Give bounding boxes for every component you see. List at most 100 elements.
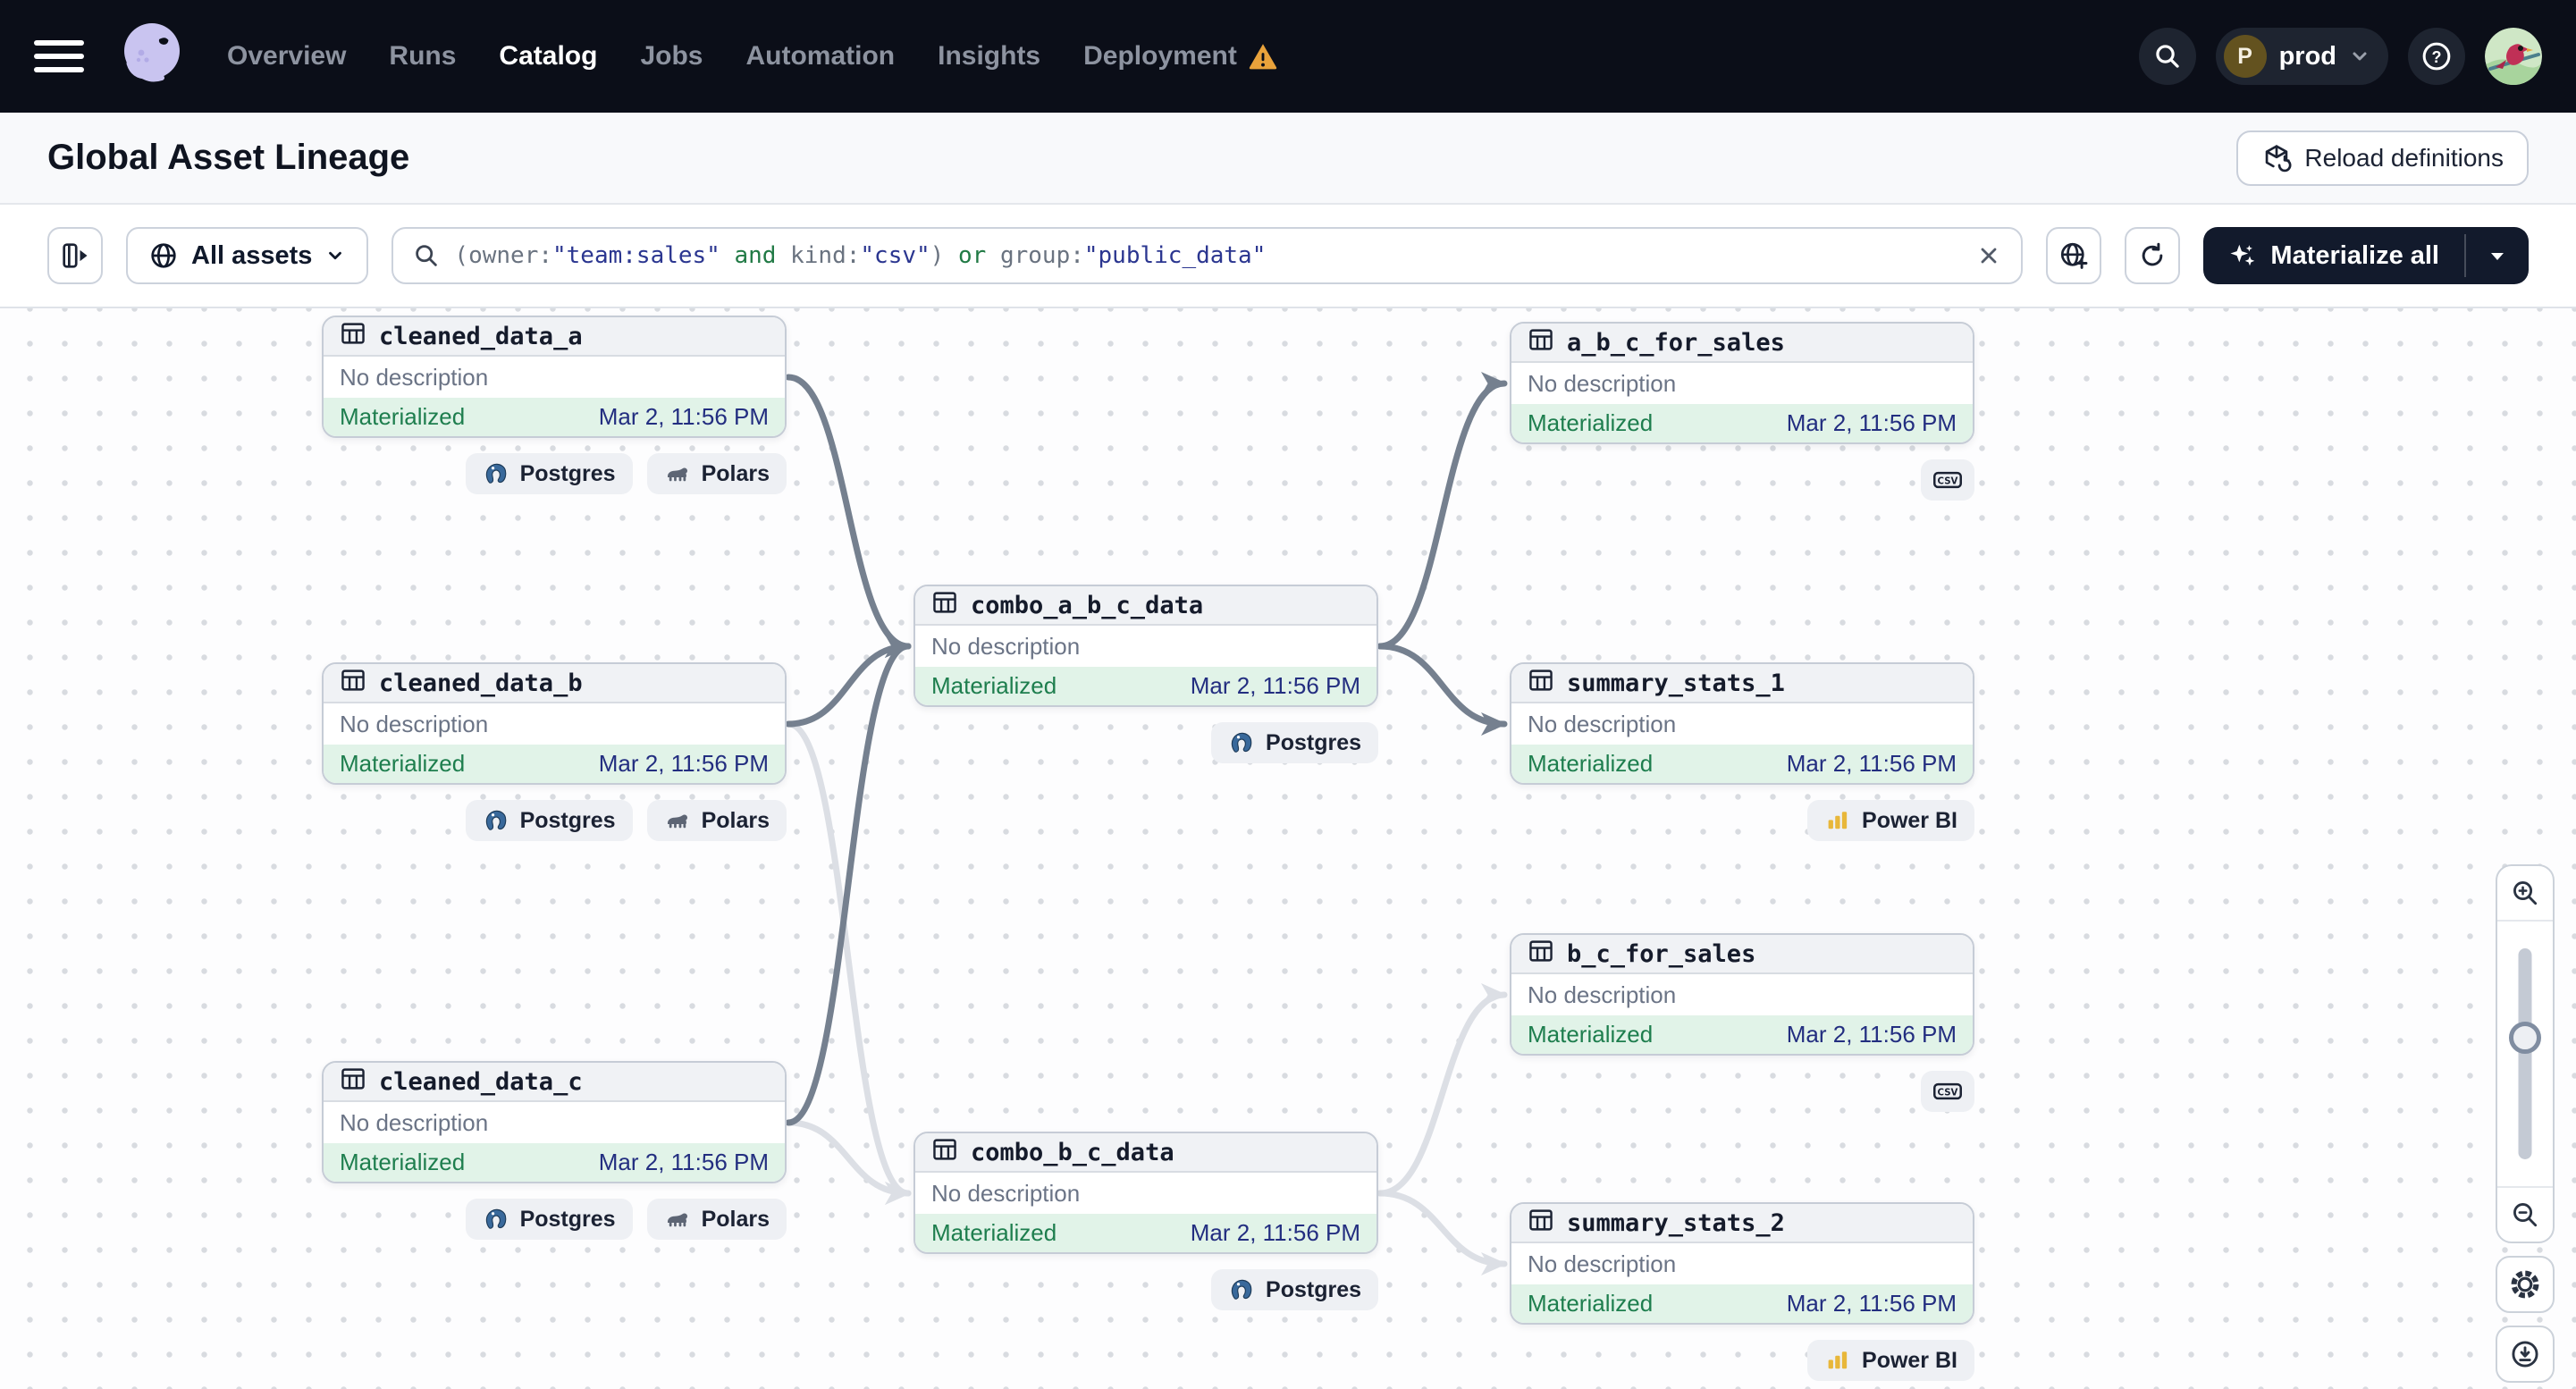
deployment-switcher[interactable]: P prod	[2215, 28, 2388, 85]
asset-name: cleaned_data_b	[379, 669, 583, 697]
nav-item-label: Runs	[389, 41, 457, 71]
asset-node-combo_b_c_data[interactable]: combo_b_c_data No description Materialized…	[913, 1132, 1378, 1254]
csv-icon: CSV	[1932, 1078, 1963, 1105]
kind-tag-label: Postgres	[1266, 1276, 1361, 1302]
asset-node-cleaned_data_a[interactable]: cleaned_data_a No description Materialized…	[322, 316, 787, 438]
asset-node-header: combo_a_b_c_data	[915, 586, 1376, 626]
hamburger-menu-icon[interactable]	[34, 36, 84, 77]
panel-expand-icon	[63, 243, 88, 268]
kind-tag-postgres[interactable]: Postgres	[465, 1199, 633, 1240]
nav-item-overview[interactable]: Overview	[227, 41, 346, 72]
kind-tag-postgres[interactable]: Postgres	[1211, 1269, 1378, 1310]
kind-tag-polars[interactable]: Polars	[646, 800, 787, 841]
zoom-out-button[interactable]	[2497, 1186, 2553, 1242]
asset-tags-row: Postgres Polars	[322, 453, 787, 494]
kind-tag-label: Power BI	[1862, 807, 1957, 833]
zoom-slider-handle[interactable]	[2509, 1022, 2541, 1054]
asset-description: No description	[340, 710, 489, 737]
svg-text:CSV: CSV	[1938, 477, 1958, 487]
lineage-edge-combo_b_c_data-to-b_c_for_sales	[1376, 983, 1508, 1197]
kind-tag-polars[interactable]: Polars	[646, 453, 787, 494]
status-badge: Materialized	[931, 1219, 1057, 1246]
asset-node-summary_stats_2[interactable]: summary_stats_2 No description Materialize…	[1510, 1202, 1974, 1325]
materialization-timestamp: Mar 2, 11:56 PM	[598, 750, 769, 777]
asset-node-a_b_c_for_sales[interactable]: a_b_c_for_sales No description Materialize…	[1510, 322, 1974, 444]
kind-tag-label: Postgres	[519, 807, 616, 833]
sparkles-icon	[2230, 244, 2255, 266]
lineage-edge-cleaned_data_a-to-combo_a_b_c_data	[785, 374, 912, 658]
polars-icon	[664, 460, 691, 487]
asset-scope-dropdown[interactable]: All assets	[126, 227, 369, 284]
kind-tag-powerbi[interactable]: Power BI	[1807, 800, 1974, 841]
caret-down-icon	[2491, 253, 2504, 260]
asset-search-input[interactable]: (owner:"team:sales" and kind:"csv") or g…	[391, 227, 2024, 284]
status-badge: Materialized	[340, 1149, 466, 1175]
nav-item-runs[interactable]: Runs	[389, 41, 456, 72]
nav-item-deployment[interactable]: Deployment	[1083, 41, 1278, 72]
asset-tags-row: Power BI	[1510, 1340, 1974, 1381]
reload-definitions-button[interactable]: Reload definitions	[2236, 130, 2529, 186]
lineage-toolbar: All assets (owner:"team:sales" and kind:…	[0, 205, 2576, 308]
zoom-control	[2496, 864, 2555, 1243]
nav-item-label: Jobs	[640, 41, 703, 71]
nav-item-catalog[interactable]: Catalog	[499, 41, 597, 72]
asset-description: No description	[1528, 710, 1677, 737]
asset-node-combo_a_b_c_data[interactable]: combo_a_b_c_data No description Materializ…	[913, 585, 1378, 707]
kind-tag-label: Postgres	[519, 460, 616, 486]
clear-search-button[interactable]	[1976, 243, 2001, 268]
open-asset-panel-button[interactable]	[47, 227, 103, 284]
user-avatar[interactable]	[2485, 28, 2542, 85]
asset-node-footer: Materialized Mar 2, 11:56 PM	[1511, 745, 1973, 783]
status-badge: Materialized	[1528, 1290, 1654, 1317]
asset-node-footer: Materialized Mar 2, 11:56 PM	[324, 1143, 785, 1182]
zoom-in-button[interactable]	[2497, 866, 2553, 922]
postgres-icon	[1228, 729, 1255, 756]
powerbi-icon	[1824, 807, 1851, 834]
search-button[interactable]	[2138, 28, 2196, 85]
asset-node-footer: Materialized Mar 2, 11:56 PM	[1511, 404, 1973, 442]
nav-item-insights[interactable]: Insights	[938, 41, 1040, 72]
asset-name: combo_a_b_c_data	[971, 591, 1204, 619]
materialization-timestamp: Mar 2, 11:56 PM	[1786, 1290, 1957, 1317]
kind-tag-polars[interactable]: Polars	[646, 1199, 787, 1240]
refresh-button[interactable]	[2125, 227, 2181, 284]
polars-icon	[664, 807, 691, 834]
asset-node-cleaned_data_c[interactable]: cleaned_data_c No description Materialized…	[322, 1061, 787, 1183]
new-catalog-view-button[interactable]	[2046, 227, 2102, 284]
kind-tag-postgres[interactable]: Postgres	[1211, 722, 1378, 763]
asset-tags-row: Power BI	[1510, 800, 1974, 841]
kind-tag-powerbi[interactable]: Power BI	[1807, 1340, 1974, 1381]
lineage-canvas[interactable]: cleaned_data_a No description Materialized…	[0, 308, 2576, 1389]
refresh-icon	[2142, 242, 2163, 266]
nav-items: Overview Runs Catalog Jobs Automation Insight…	[227, 41, 1278, 72]
asset-node-cleaned_data_b[interactable]: cleaned_data_b No description Materialized…	[322, 662, 787, 785]
nav-item-jobs[interactable]: Jobs	[640, 41, 703, 72]
asset-node-summary_stats_1[interactable]: summary_stats_1 No description Materialize…	[1510, 662, 1974, 785]
warning-icon	[1249, 44, 1277, 70]
status-badge: Materialized	[931, 672, 1057, 699]
dagster-logo[interactable]	[111, 15, 193, 97]
materialize-options-button[interactable]	[2466, 227, 2529, 284]
kind-tag-csv[interactable]: CSV	[1921, 459, 1974, 501]
kind-tag-postgres[interactable]: Postgres	[465, 453, 633, 494]
nav-item-label: Overview	[227, 41, 347, 71]
table-icon	[340, 667, 366, 700]
asset-tags-row: CSV	[1510, 1071, 1974, 1112]
kind-tag-csv[interactable]: CSV	[1921, 1071, 1974, 1112]
materialize-all-button[interactable]: Materialize all	[2203, 227, 2464, 284]
zoom-slider-track[interactable]	[2518, 948, 2532, 1159]
download-graph-button[interactable]	[2496, 1326, 2555, 1383]
kind-tag-label: Postgres	[519, 1206, 616, 1232]
graph-settings-button[interactable]	[2496, 1256, 2555, 1313]
close-icon	[1982, 248, 1997, 264]
asset-node-b_c_for_sales[interactable]: b_c_for_sales No description Materialized M…	[1510, 933, 1974, 1056]
globe-icon	[151, 243, 176, 268]
asset-node-footer: Materialized Mar 2, 11:56 PM	[915, 667, 1376, 705]
kind-tag-label: Polars	[701, 807, 770, 833]
kind-tag-postgres[interactable]: Postgres	[465, 800, 633, 841]
page-title: Global Asset Lineage	[47, 138, 410, 177]
nav-item-automation[interactable]: Automation	[745, 41, 895, 72]
help-button[interactable]: ?	[2408, 28, 2465, 85]
powerbi-icon	[1824, 1347, 1851, 1374]
nav-item-label: Deployment	[1083, 41, 1237, 71]
